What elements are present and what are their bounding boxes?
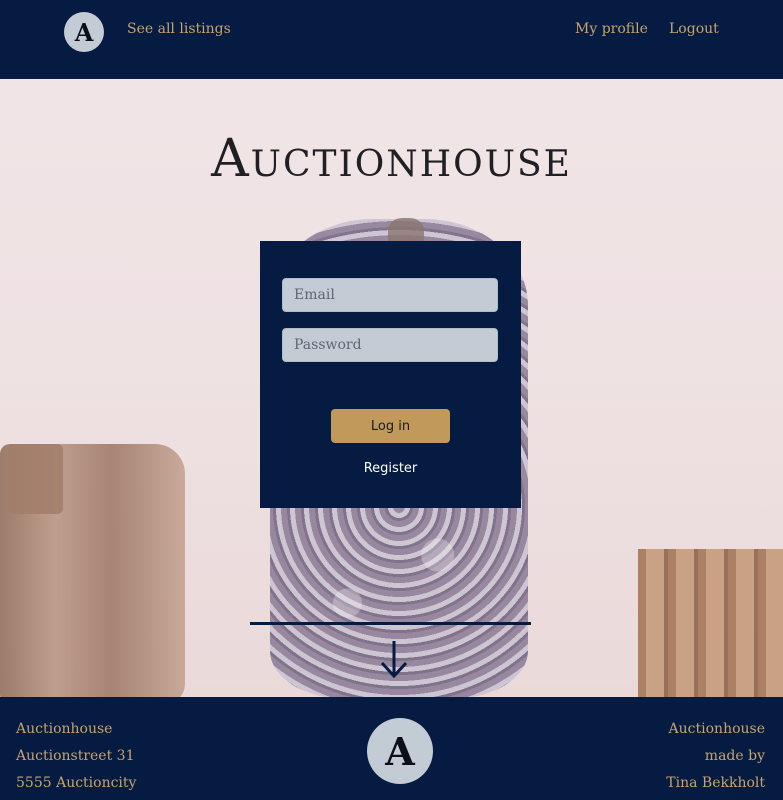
navbar: A See all listings My profile Logout [0,0,783,79]
footer-company-name: Auctionhouse [16,721,113,737]
login-form: Log in Register [260,241,521,508]
login-button[interactable]: Log in [331,409,450,443]
footer-credits: Auctionhouse made by Tina Bekkholt [666,716,765,797]
footer-logo-icon: A [367,718,433,784]
footer-credit-line2: made by [704,748,765,764]
page-title: Auctionhouse [211,129,572,189]
register-link[interactable]: Register [260,461,521,476]
email-field[interactable] [282,278,498,312]
logout-link[interactable]: Logout [669,21,719,37]
footer-street: Auctionstreet 31 [16,748,135,764]
see-all-listings-link[interactable]: See all listings [127,21,231,37]
footer-credit-line1: Auctionhouse [668,721,765,737]
password-field[interactable] [282,328,498,362]
divider [250,622,531,625]
bucket-handle-image [8,444,63,514]
logo-icon[interactable]: A [64,12,104,52]
my-profile-link[interactable]: My profile [575,21,648,37]
wooden-box-image [638,549,783,697]
footer-address: Auctionhouse Auctionstreet 31 5555 Aucti… [16,716,136,797]
footer-city: 5555 Auctioncity [16,775,137,791]
arrow-down-icon[interactable] [378,639,410,679]
footer-credit-author: Tina Bekkholt [666,775,765,791]
footer: Auctionhouse Auctionstreet 31 5555 Aucti… [0,697,783,800]
